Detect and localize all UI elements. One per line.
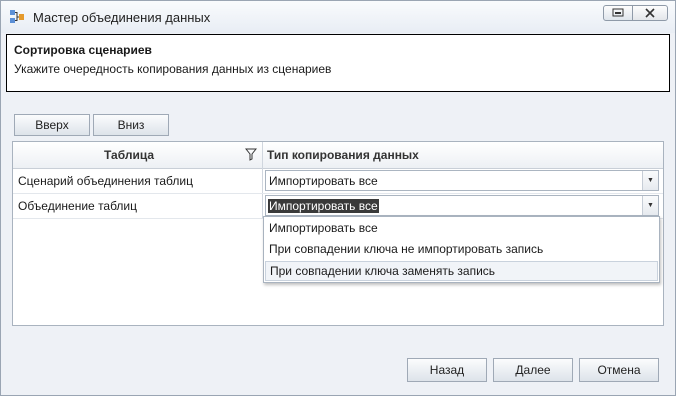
merge-data-icon (10, 10, 24, 23)
table-row[interactable]: Сценарий объединения таблиц Импортироват… (13, 168, 663, 194)
grid-header: Таблица Тип копирования данных (13, 142, 663, 169)
dialog-window: Мастер объединения данных Сортировка сце… (0, 0, 676, 396)
move-down-button[interactable]: Вниз (93, 114, 169, 136)
dropdown-arrow-icon[interactable]: ▼ (642, 171, 658, 190)
copy-type-value: Импортировать все (269, 174, 378, 188)
step-header: Сортировка сценариев Укажите очередность… (6, 34, 670, 92)
row-name: Сценарий объединения таблиц (18, 174, 193, 188)
dropdown-option[interactable]: Импортировать все (265, 218, 658, 238)
cancel-button[interactable]: Отмена (579, 358, 659, 382)
copy-type-select[interactable]: Импортировать все ▼ (265, 170, 659, 191)
filter-icon[interactable] (245, 148, 257, 161)
copy-type-select[interactable]: Импортировать все ▼ (265, 195, 659, 216)
dropdown-option[interactable]: При совпадении ключа заменять запись (265, 261, 658, 281)
row-name: Объединение таблиц (18, 199, 138, 213)
step-subtitle: Укажите очередность копирования данных и… (14, 62, 332, 76)
close-button[interactable] (632, 5, 668, 21)
next-button[interactable]: Далее (493, 358, 573, 382)
column-header-copy-type[interactable]: Тип копирования данных (267, 148, 419, 162)
dropdown-arrow-icon[interactable]: ▼ (642, 196, 658, 215)
copy-type-dropdown: Импортировать все При совпадении ключа н… (263, 216, 660, 283)
move-up-button[interactable]: Вверх (14, 114, 90, 136)
column-header-table[interactable]: Таблица (104, 148, 154, 162)
minimize-button[interactable] (603, 5, 633, 21)
back-button[interactable]: Назад (407, 358, 487, 382)
window-title: Мастер объединения данных (33, 10, 211, 25)
minimize-icon (612, 8, 624, 17)
close-icon (645, 8, 655, 18)
dropdown-option[interactable]: При совпадении ключа не импортировать за… (265, 239, 658, 259)
copy-type-value: Импортировать все (268, 199, 379, 213)
title-bar[interactable]: Мастер объединения данных (1, 1, 675, 33)
step-title: Сортировка сценариев (14, 43, 152, 57)
